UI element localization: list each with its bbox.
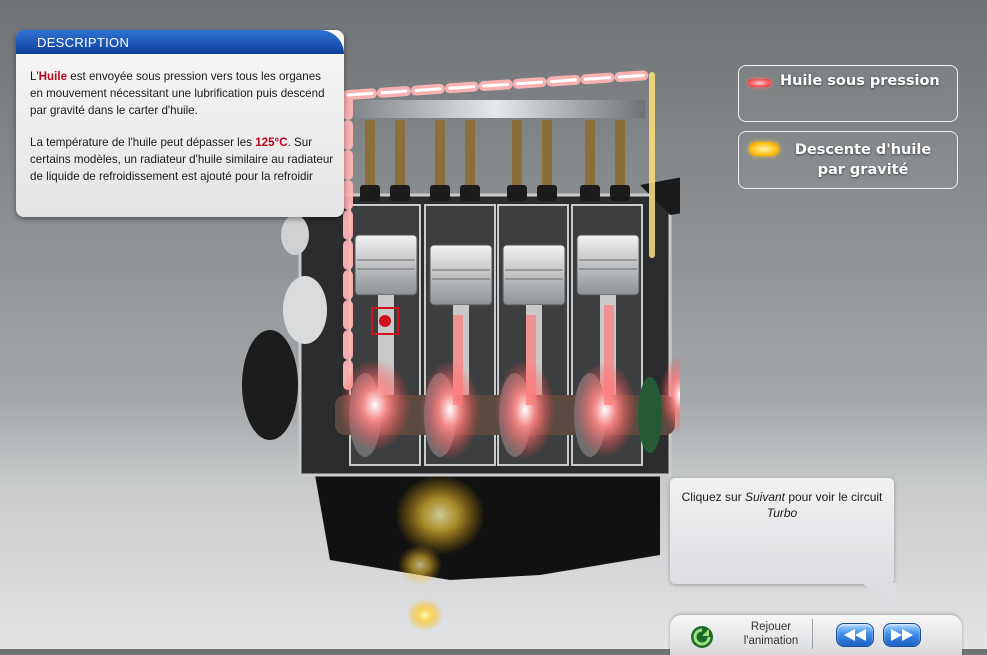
turbo-emphasis: Turbo xyxy=(766,506,798,520)
replay-label-line2: l'animation xyxy=(743,635,799,647)
description-paragraph-2: La température de l'huile peut dépasser … xyxy=(30,134,334,185)
legend-label-line1: Descente d'huile xyxy=(794,142,932,158)
info-bubble-tail xyxy=(862,583,896,611)
legend-label-pressure: Huile sous pression xyxy=(780,73,940,89)
text: L' xyxy=(30,70,39,83)
text: Cliquez sur xyxy=(681,490,745,504)
description-body: L'Huile est envoyée sous pression vers t… xyxy=(16,54,344,185)
suivant-emphasis: Suivant xyxy=(744,490,785,504)
separator xyxy=(812,619,813,649)
replay-icon xyxy=(691,626,713,648)
replay-animation-button[interactable]: Rejouer l'animation xyxy=(684,618,814,648)
description-panel: DESCRIPTION L'Huile est envoyée sous pre… xyxy=(16,30,344,217)
legend-label-line2: par gravité xyxy=(817,162,909,178)
legend-oil-gravity-descent: Descente d'huile par gravité xyxy=(738,131,958,189)
fast-forward-icon xyxy=(891,629,913,641)
text: est envoyée sous pression vers tous les … xyxy=(30,70,325,117)
control-bar: Rejouer l'animation xyxy=(670,615,962,655)
text: La température de l'huile peut dépasser … xyxy=(30,136,256,149)
rewind-icon xyxy=(844,629,866,641)
next-button[interactable] xyxy=(883,623,921,647)
text: pour voir le circuit xyxy=(785,490,883,504)
legend-oil-under-pressure: Huile sous pression xyxy=(738,65,958,122)
description-paragraph-1: L'Huile est envoyée sous pression vers t… xyxy=(30,68,334,119)
yellow-oil-swatch-icon xyxy=(749,142,779,156)
temperature-highlight: 125°C xyxy=(255,136,288,149)
replay-label: Rejouer l'animation xyxy=(726,620,816,648)
oil-highlight: Huile xyxy=(38,70,68,83)
previous-button[interactable] xyxy=(836,623,874,647)
description-header: DESCRIPTION xyxy=(16,30,344,54)
legend-label-gravity: Descente d'huile par gravité xyxy=(779,140,947,180)
replay-label-line1: Rejouer xyxy=(750,621,792,633)
red-oil-swatch-icon xyxy=(748,79,771,87)
info-bubble: Cliquez sur Suivant pour voir le circuit… xyxy=(670,478,894,584)
